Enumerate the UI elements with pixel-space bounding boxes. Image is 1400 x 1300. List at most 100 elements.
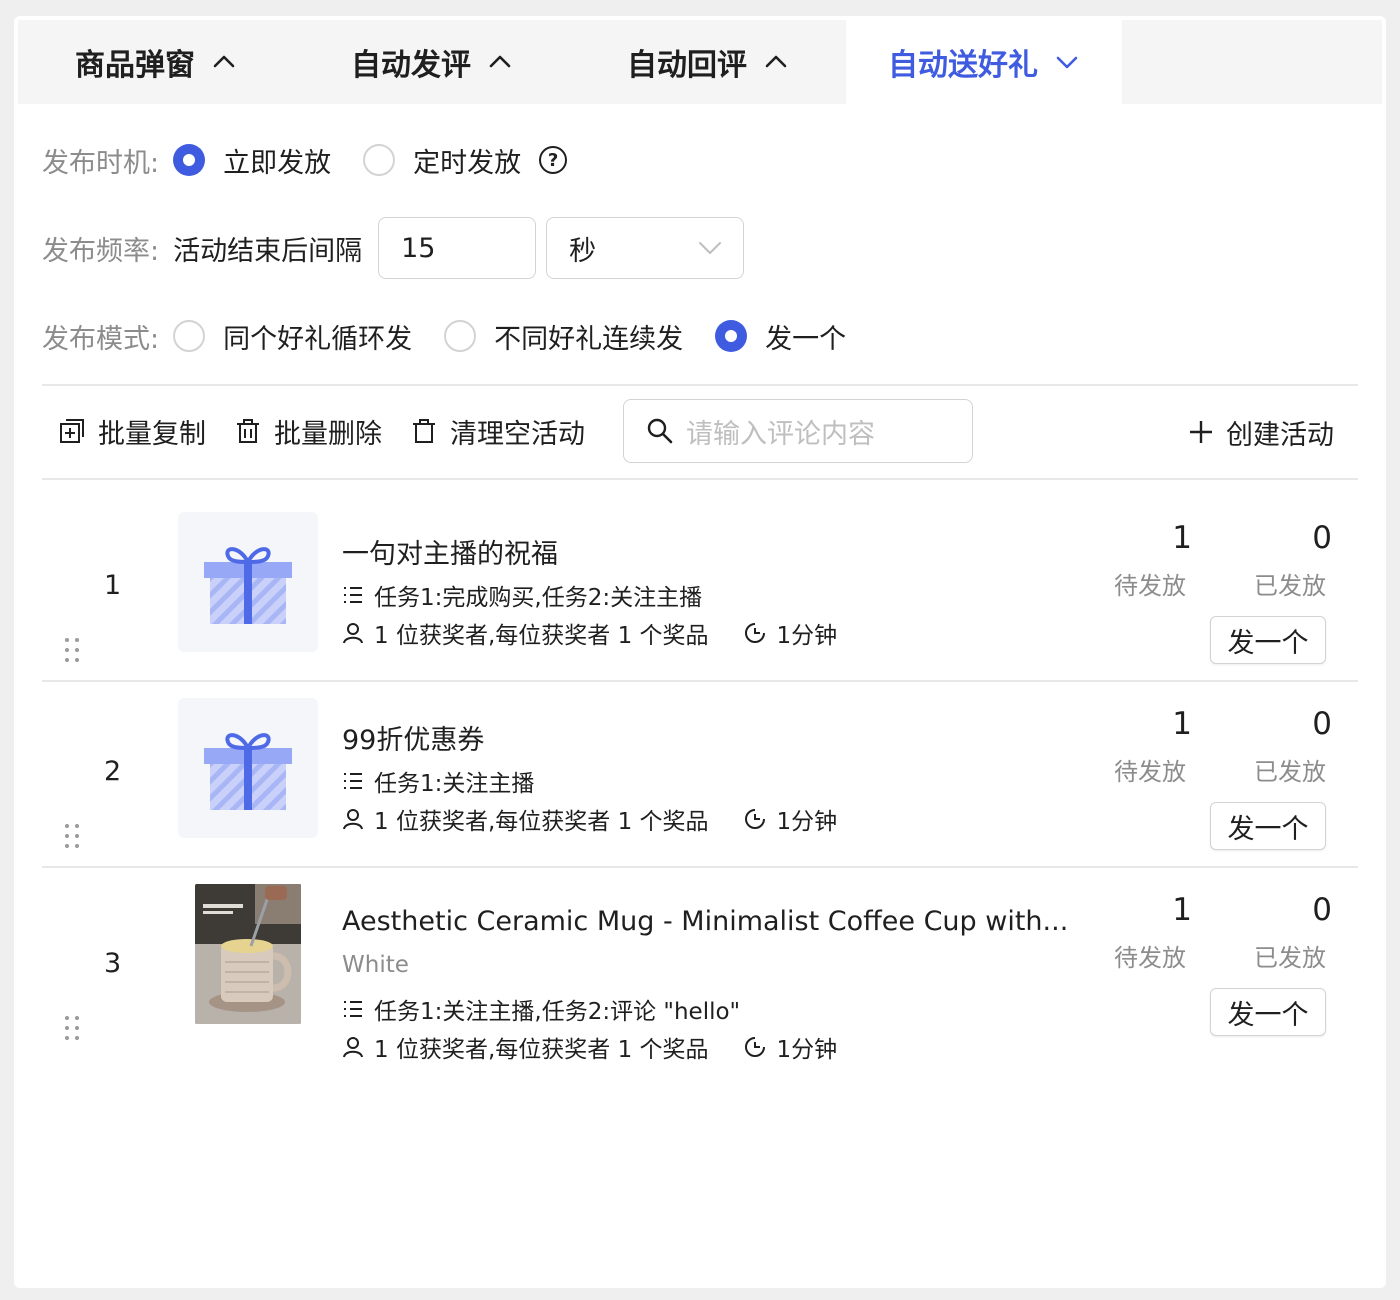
search-input[interactable]: 请输入评论内容 — [623, 399, 973, 463]
tasks-text: 任务1:关注主播,任务2:评论 "hello" — [374, 999, 741, 1025]
chevron-up-icon — [765, 55, 787, 68]
product-photo — [195, 884, 301, 1024]
option-label: 同个好礼循环发 — [223, 323, 413, 355]
radio-unselected[interactable] — [363, 144, 396, 176]
radio-selected[interactable] — [715, 320, 748, 352]
duration-text: 1分钟 — [776, 809, 838, 835]
tool-label: 批量复制 — [98, 418, 206, 450]
list-item: 3 Aesthetic Ceramic Mug - Minimalist Cof… — [42, 868, 1358, 1068]
chevron-down-icon — [1056, 56, 1078, 69]
timing-label: 发布时机: — [42, 147, 160, 179]
sent-label: 已发放 — [1254, 944, 1326, 972]
sent-count: 0 — [1312, 706, 1332, 742]
radio-unselected[interactable] — [444, 320, 477, 352]
drag-handle-icon[interactable] — [62, 822, 82, 850]
item-tasks: 任务1:关注主播,任务2:评论 "hello" — [342, 992, 740, 1026]
gift-icon — [204, 547, 292, 624]
item-title: 99折优惠券 — [342, 725, 485, 756]
pending-label: 待发放 — [1114, 572, 1186, 600]
tab-auto-gift[interactable]: 自动送好礼 — [846, 20, 1122, 104]
option-label: 不同好礼连续发 — [494, 323, 684, 355]
clock-icon — [744, 1037, 765, 1057]
user-icon — [343, 1037, 363, 1058]
sent-stat: 0 已发放 — [1240, 706, 1340, 787]
item-tasks: 任务1:完成购买,任务2:关注主播 — [342, 578, 702, 612]
pending-stat: 1 待发放 — [1100, 892, 1200, 973]
mode-option-sequential[interactable]: 不同好礼连续发 — [444, 317, 683, 356]
duration-text: 1分钟 — [776, 1037, 838, 1063]
section-divider — [42, 384, 1358, 386]
item-index: 2 — [104, 756, 122, 787]
search-placeholder: 请输入评论内容 — [686, 418, 875, 450]
item-tasks: 任务1:关注主播 — [342, 764, 534, 798]
winners-text: 1 位获奖者,每位获奖者 1 个奖品 — [374, 809, 709, 835]
create-activity-button[interactable]: 创建活动 — [1188, 416, 1334, 451]
option-label: 发一个 — [765, 323, 847, 355]
unit-select[interactable]: 秒 — [546, 217, 745, 279]
sent-count: 0 — [1312, 892, 1332, 928]
clear-empty-button[interactable]: 清理空活动 — [410, 412, 585, 451]
mode-option-single[interactable]: 发一个 — [715, 317, 846, 356]
winners-text: 1 位获奖者,每位获奖者 1 个奖品 — [374, 1037, 709, 1063]
pending-stat: 1 待发放 — [1100, 520, 1200, 601]
list-item: 2 99折优惠券 任务1:关注主播 1 位获奖者,每位获奖者 1 个奖品 1分钟… — [42, 666, 1358, 866]
batch-delete-button[interactable]: 批量删除 — [234, 412, 382, 451]
user-icon — [343, 623, 363, 644]
send-one-button[interactable]: 发一个 — [1210, 802, 1326, 850]
interval-input[interactable]: 15 — [378, 217, 537, 279]
radio-unselected[interactable] — [173, 320, 206, 352]
drag-handle-icon[interactable] — [62, 1014, 82, 1042]
send-one-button[interactable]: 发一个 — [1210, 988, 1326, 1036]
tab-bar: 商品弹窗 自动发评 自动回评 自动送好礼 — [18, 20, 1382, 104]
list-icon — [344, 587, 362, 603]
mode-option-loop[interactable]: 同个好礼循环发 — [173, 317, 412, 356]
list-icon — [344, 1001, 362, 1017]
trash-icon — [237, 419, 259, 443]
search-icon — [647, 418, 673, 444]
sent-count: 0 — [1312, 520, 1332, 556]
chevron-down-icon — [699, 242, 722, 254]
unit-value: 秒 — [569, 235, 597, 267]
mode-row: 发布模式: 同个好礼循环发 不同好礼连续发 发一个 — [42, 317, 878, 356]
drag-handle-icon[interactable] — [62, 636, 82, 664]
item-title: Aesthetic Ceramic Mug - Minimalist Coffe… — [342, 906, 1069, 937]
toolbar: 批量复制 批量删除 清理空活动 请输入评论内容 — [58, 399, 973, 463]
option-label: 定时发放 — [413, 147, 522, 179]
send-one-button[interactable]: 发一个 — [1210, 616, 1326, 664]
timing-row: 发布时机: 立即发放 定时发放 ? — [42, 141, 568, 180]
item-winners: 1 位获奖者,每位获奖者 1 个奖品 1分钟 — [342, 802, 837, 836]
list-icon — [344, 773, 362, 789]
tab-product-popup[interactable]: 商品弹窗 — [18, 20, 294, 104]
tasks-text: 任务1:完成购买,任务2:关注主播 — [374, 585, 703, 611]
item-index: 1 — [104, 570, 122, 601]
list-item: 1 一句对主播的祝福 任务1:完成购买,任务2:关注主播 1 位获奖者,每位获奖… — [42, 480, 1358, 680]
interval-value: 15 — [401, 232, 436, 264]
tab-auto-reply[interactable]: 自动回评 — [570, 20, 846, 104]
item-winners: 1 位获奖者,每位获奖者 1 个奖品 1分钟 — [342, 616, 837, 650]
sent-stat: 0 已发放 — [1240, 892, 1340, 973]
pending-stat: 1 待发放 — [1100, 706, 1200, 787]
pending-label: 待发放 — [1114, 758, 1186, 786]
gift-icon — [204, 733, 292, 810]
duration-text: 1分钟 — [776, 623, 838, 649]
frequency-row: 发布频率: 活动结束后间隔 15 秒 — [42, 216, 745, 280]
timing-option-immediate[interactable]: 立即发放 — [173, 141, 331, 180]
copy-icon — [60, 419, 84, 443]
timing-option-scheduled[interactable]: 定时发放 — [363, 141, 521, 180]
item-title: 一句对主播的祝福 — [342, 539, 558, 570]
tab-auto-comment[interactable]: 自动发评 — [294, 20, 570, 104]
radio-selected[interactable] — [173, 144, 206, 176]
tool-label: 批量删除 — [274, 418, 382, 450]
frequency-prefix: 活动结束后间隔 — [173, 235, 363, 267]
bin-icon — [413, 419, 435, 443]
tool-label: 清理空活动 — [450, 418, 585, 450]
help-icon[interactable]: ? — [539, 146, 568, 174]
clock-icon — [744, 809, 765, 829]
item-variant: White — [342, 952, 409, 978]
gift-thumbnail — [178, 698, 318, 838]
tab-label: 自动回评 — [627, 48, 747, 83]
plus-icon — [1190, 421, 1212, 443]
batch-copy-button[interactable]: 批量复制 — [58, 412, 206, 451]
winners-text: 1 位获奖者,每位获奖者 1 个奖品 — [374, 623, 709, 649]
gift-settings-panel: 商品弹窗 自动发评 自动回评 自动送好礼 发布时机: 立即发放 定时发放 ? 发… — [14, 16, 1386, 1288]
